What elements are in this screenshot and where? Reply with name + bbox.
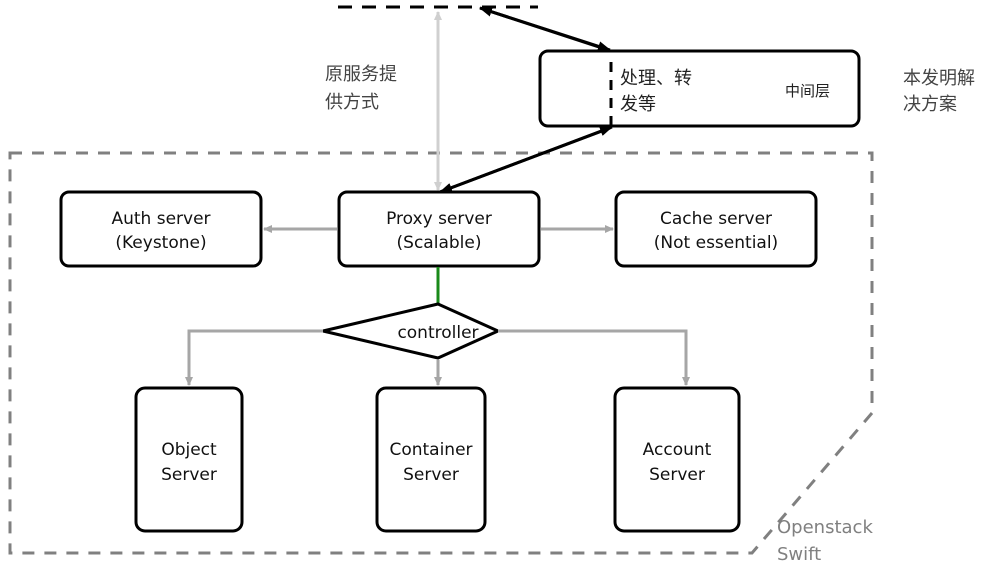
original-service-label-line1: 原服务提 (325, 64, 397, 85)
object-server-sublabel: Server (161, 465, 217, 485)
cache-server-box[interactable] (614, 190, 818, 268)
account-server-sublabel: Server (649, 465, 705, 485)
container-server-label: Container (389, 440, 472, 460)
middle-layer-function-line2: 发等 (620, 94, 656, 115)
auth-server-box[interactable] (59, 190, 263, 268)
auth-server-sublabel: (Keystone) (115, 233, 206, 253)
proxy-server-label: Proxy server (386, 209, 492, 229)
auth-server-label: Auth server (111, 209, 210, 229)
controller-to-object-arrow (185, 329, 323, 386)
diagram-canvas: Auth server (Keystone) Proxy server (Sca… (8, 5, 975, 565)
invention-solution-label-line1: 本发明解 (903, 68, 975, 89)
container-server-sublabel: Server (403, 465, 459, 485)
openstack-swift-label-line1: Openstack (777, 517, 873, 538)
cache-server-label: Cache server (660, 209, 772, 229)
account-server-label: Account (643, 440, 712, 460)
openstack-swift-label-line2: Swift (777, 544, 821, 565)
middle-layer-function-line1: 处理、转 (620, 68, 692, 89)
proxy-server-box[interactable] (337, 190, 541, 268)
controller-to-account-arrow (498, 329, 690, 386)
cache-server-sublabel: (Not essential) (654, 233, 778, 253)
client-to-middle-arrow (479, 6, 611, 52)
object-server-label: Object (161, 440, 217, 460)
proxy-to-middle-arrow (439, 125, 613, 194)
controller-label: controller (397, 323, 478, 343)
original-service-label-line2: 供方式 (325, 92, 379, 113)
invention-solution-label-line2: 决方案 (903, 94, 957, 115)
proxy-server-sublabel: (Scalable) (397, 233, 482, 253)
middle-layer-name: 中间层 (785, 82, 830, 100)
